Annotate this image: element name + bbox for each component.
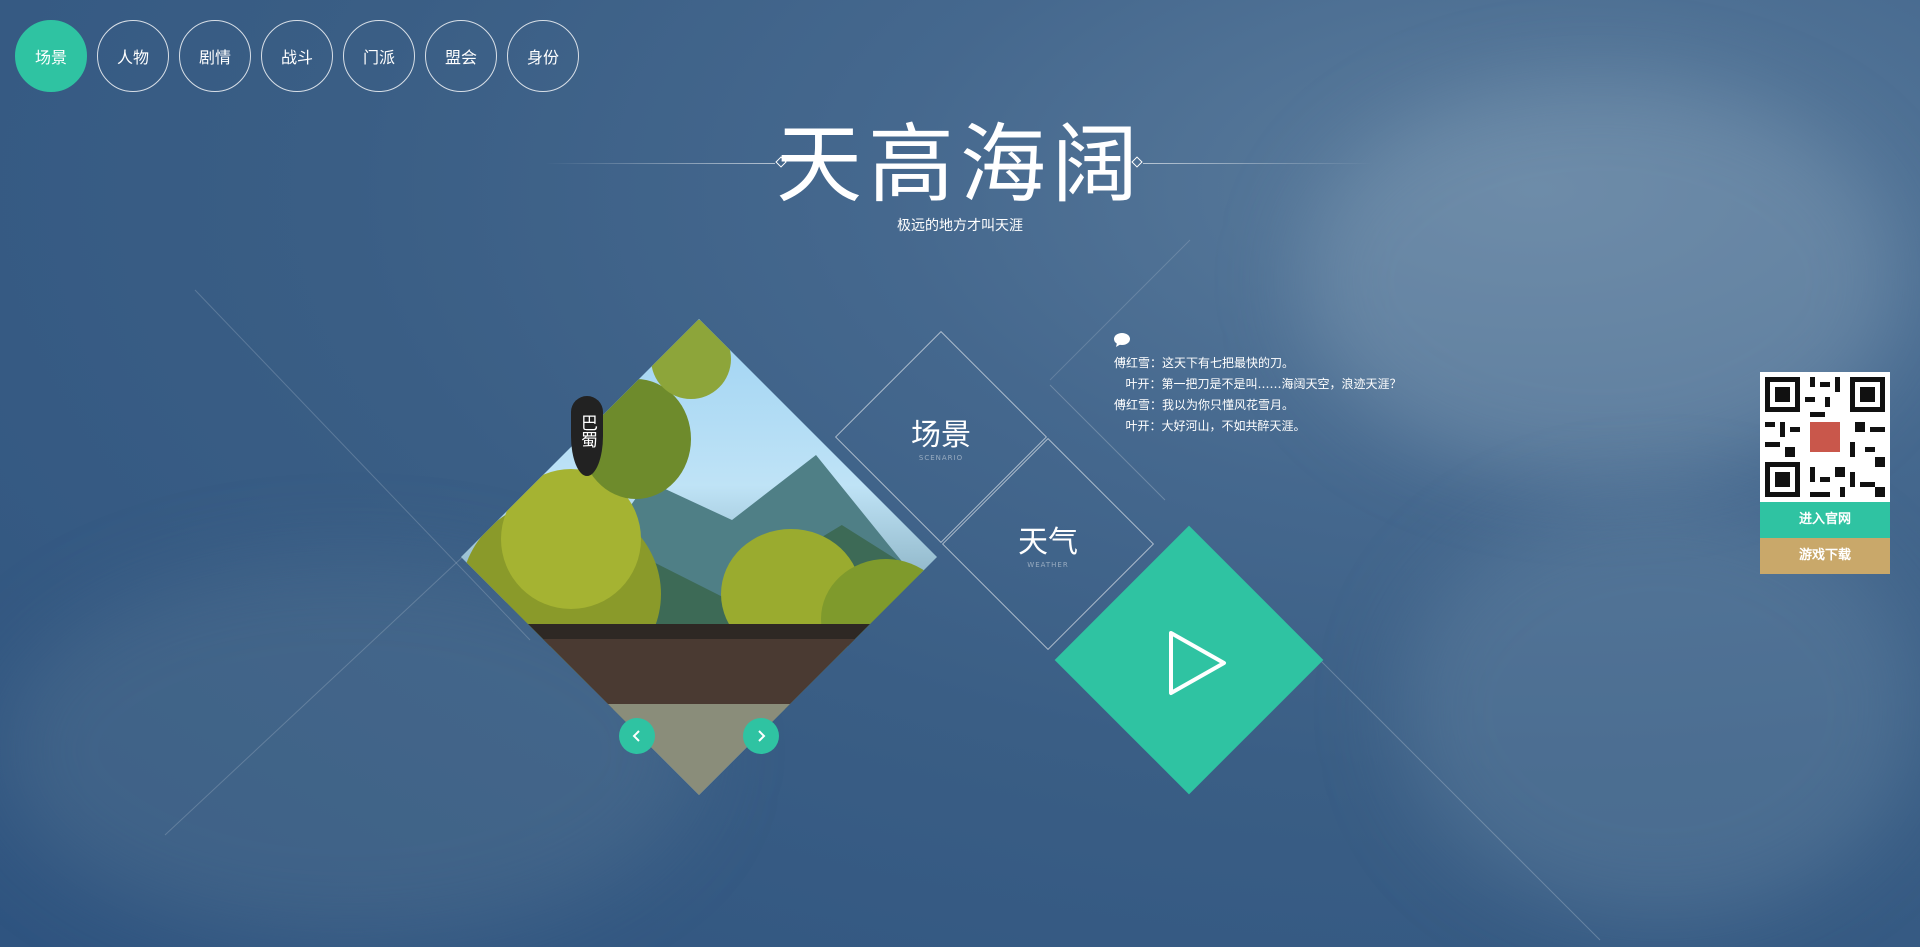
official-site-button[interactable]: 进入官网 [1760,502,1890,538]
next-scene-button[interactable] [743,718,779,754]
nav-item-combat[interactable]: 战斗 [261,20,333,92]
chevron-left-icon [632,730,640,742]
weather-tile[interactable]: 天气 WEATHER [978,525,1118,569]
scene-image [461,319,937,795]
page-title: 天高海阔 [776,115,1144,215]
play-icon[interactable] [1168,630,1228,696]
place-tag: 巴蜀 [571,396,603,476]
game-download-button[interactable]: 游戏下载 [1760,538,1890,574]
scene-tile[interactable]: 场景 SCENARIO [871,418,1011,462]
nav-item-characters[interactable]: 人物 [97,20,169,92]
side-panel: 进入官网 游戏下载 [1760,372,1890,574]
nav-item-scene[interactable]: 场景 [15,20,87,92]
page-subtitle: 极远的地方才叫天涯 [897,218,1023,234]
qr-code-icon [1760,372,1890,502]
dialog-line: 傅红雪：这天下有七把最快的刀。 [1114,356,1295,370]
speech-bubble-icon [1114,333,1130,347]
top-nav: 场景 人物 剧情 战斗 门派 盟会 身份 [15,20,579,92]
scene-tile-label: 场景 [911,418,971,453]
dialog-line: 傅红雪：我以为你只懂风花雪月。 [1114,398,1295,412]
nav-item-story[interactable]: 剧情 [179,20,251,92]
title-area: 天高海阔 [0,115,1920,215]
weather-tile-label: 天气 [1018,525,1078,560]
dialog-quote: 傅红雪：这天下有七把最快的刀。 叶开：第一把刀是不是叫……海阔天空，浪迹天涯？ … [1114,353,1401,437]
chevron-right-icon [758,730,766,742]
weather-tile-sub: WEATHER [1027,561,1069,569]
nav-item-identity[interactable]: 身份 [507,20,579,92]
nav-item-alliance[interactable]: 盟会 [425,20,497,92]
scene-tile-sub: SCENARIO [918,454,964,462]
dialog-line: 叶开：第一把刀是不是叫……海阔天空，浪迹天涯？ [1114,377,1402,391]
qr-code [1760,372,1890,502]
nav-item-sects[interactable]: 门派 [343,20,415,92]
dialog-line: 叶开：大好河山，不如共醉天涯。 [1114,419,1306,433]
title-divider-right [1143,163,1373,164]
prev-scene-button[interactable] [619,718,655,754]
